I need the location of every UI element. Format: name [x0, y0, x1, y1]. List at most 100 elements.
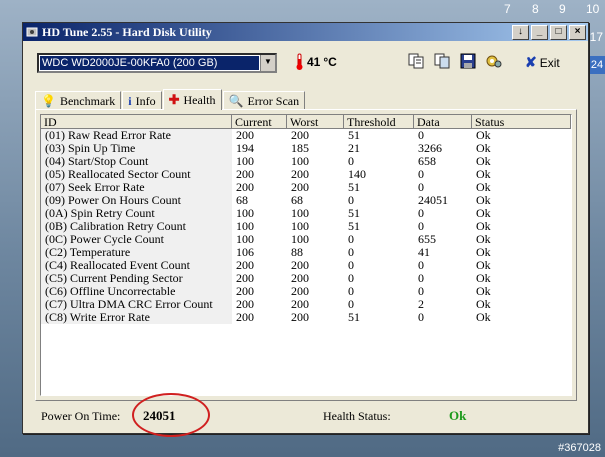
table-row[interactable]: (C7) Ultra DMA CRC Error Count 200 200 0 2 Ok — [41, 298, 571, 311]
column-header-data[interactable]: Data — [414, 115, 472, 129]
red-cross-icon: ✚ — [168, 92, 180, 107]
tab-benchmark[interactable]: 💡 Benchmark — [35, 91, 122, 110]
table-row[interactable]: (C5) Current Pending Sector 200 200 0 0 Ok — [41, 272, 571, 285]
cell-current: 100 — [236, 207, 254, 220]
copy-text-icon[interactable] — [407, 52, 425, 70]
column-header-id[interactable]: ID — [41, 115, 232, 129]
cell-threshold: 0 — [348, 233, 354, 246]
table-row[interactable]: (03) Spin Up Time 194 185 21 3266 Ok — [41, 142, 571, 155]
temperature-unit: °C — [323, 55, 337, 69]
calendar-day: 9 — [559, 2, 566, 16]
cell-status: Ok — [476, 181, 491, 194]
column-header-threshold[interactable]: Threshold — [344, 115, 414, 129]
hard-disk-app-icon — [26, 27, 38, 37]
cell-data: 0 — [418, 220, 424, 233]
close-icon: ✘ — [525, 54, 537, 70]
cell-data: 41 — [418, 246, 430, 259]
cell-status: Ok — [476, 246, 491, 259]
column-header-current[interactable]: Current — [232, 115, 287, 129]
tray-button[interactable]: ↓ — [512, 24, 529, 40]
cell-current: 194 — [236, 142, 254, 155]
exit-button[interactable]: ✘ Exit — [525, 54, 560, 71]
save-icon[interactable] — [459, 52, 477, 70]
cell-worst: 200 — [291, 311, 309, 324]
cell-id: (01) Raw Read Error Rate — [41, 129, 232, 142]
temperature-readout: 41 °C — [295, 53, 337, 71]
drive-select-value: WDC WD2000JE-00KFA0 (200 GB) — [40, 56, 259, 70]
cell-worst: 200 — [291, 285, 309, 298]
cell-threshold: 0 — [348, 285, 354, 298]
cell-current: 200 — [236, 285, 254, 298]
copy-screenshot-icon[interactable] — [433, 52, 451, 70]
chevron-down-icon[interactable]: ▼ — [260, 55, 275, 71]
cell-threshold: 0 — [348, 298, 354, 311]
cell-data: 2 — [418, 298, 424, 311]
cell-data: 0 — [418, 168, 424, 181]
cell-current: 200 — [236, 181, 254, 194]
table-row[interactable]: (07) Seek Error Rate 200 200 51 0 Ok — [41, 181, 571, 194]
cell-threshold: 0 — [348, 155, 354, 168]
cell-id: (C2) Temperature — [41, 246, 232, 259]
smart-table[interactable]: ID Current Worst Threshold Data Status (… — [40, 114, 572, 396]
cell-current: 200 — [236, 129, 254, 142]
tab-health[interactable]: ✚ Health — [162, 89, 222, 110]
cell-status: Ok — [476, 207, 491, 220]
red-circle-annotation — [132, 393, 210, 437]
table-row[interactable]: (C2) Temperature 106 88 0 41 Ok — [41, 246, 571, 259]
drive-select[interactable]: WDC WD2000JE-00KFA0 (200 GB) ▼ — [37, 53, 277, 73]
cell-threshold: 21 — [348, 142, 360, 155]
cell-current: 200 — [236, 259, 254, 272]
table-row[interactable]: (C8) Write Error Rate 200 200 51 0 Ok — [41, 311, 571, 324]
exit-label: Exit — [539, 55, 560, 70]
cell-id: (03) Spin Up Time — [41, 142, 232, 155]
table-row[interactable]: (C4) Reallocated Event Count 200 200 0 0 Ok — [41, 259, 571, 272]
table-row[interactable]: (C6) Offline Uncorrectable 200 200 0 0 Ok — [41, 285, 571, 298]
table-row[interactable]: (0C) Power Cycle Count 100 100 0 655 Ok — [41, 233, 571, 246]
maximize-button[interactable]: □ — [550, 24, 567, 40]
cell-worst: 200 — [291, 272, 309, 285]
cell-worst: 88 — [291, 246, 303, 259]
toolbar: WDC WD2000JE-00KFA0 (200 GB) ▼ 41 °C ✘ E… — [23, 41, 588, 81]
title-bar[interactable]: HD Tune 2.55 - Hard Disk Utility ↓ _ □ × — [23, 23, 588, 41]
cell-status: Ok — [476, 220, 491, 233]
table-row[interactable]: (01) Raw Read Error Rate 200 200 51 0 Ok — [41, 129, 571, 142]
calendar-day: 8 — [532, 2, 539, 16]
magnifier-icon: 🔍 — [228, 93, 244, 108]
table-row[interactable]: (09) Power On Hours Count 68 68 0 24051 Ok — [41, 194, 571, 207]
cell-status: Ok — [476, 168, 491, 181]
cell-threshold: 51 — [348, 311, 360, 324]
health-panel: ID Current Worst Threshold Data Status (… — [35, 109, 577, 401]
cell-id: (05) Reallocated Sector Count — [41, 168, 232, 181]
tab-strip: 💡 Benchmark i Info ✚ Health 🔍 Error Scan — [35, 89, 306, 110]
table-row[interactable]: (04) Start/Stop Count 100 100 0 658 Ok — [41, 155, 571, 168]
table-row[interactable]: (0A) Spin Retry Count 100 100 51 0 Ok — [41, 207, 571, 220]
cell-status: Ok — [476, 272, 491, 285]
cell-worst: 100 — [291, 155, 309, 168]
tab-error-scan[interactable]: 🔍 Error Scan — [222, 91, 306, 110]
calendar-day-highlight: 24 — [589, 56, 605, 74]
tab-info[interactable]: i Info — [122, 91, 162, 110]
cell-current: 68 — [236, 194, 248, 207]
cell-data: 0 — [418, 207, 424, 220]
cell-worst: 200 — [291, 181, 309, 194]
cell-status: Ok — [476, 194, 491, 207]
column-header-status[interactable]: Status — [472, 115, 571, 129]
cell-worst: 100 — [291, 220, 309, 233]
calendar-day: 7 — [504, 2, 511, 16]
cell-threshold: 51 — [348, 181, 360, 194]
options-icon[interactable] — [485, 52, 503, 70]
cell-id: (C4) Reallocated Event Count — [41, 259, 232, 272]
close-button[interactable]: × — [569, 24, 586, 40]
cell-threshold: 0 — [348, 246, 354, 259]
cell-threshold: 140 — [348, 168, 366, 181]
table-row[interactable]: (05) Reallocated Sector Count 200 200 140 0 O… — [41, 168, 571, 181]
health-status-value: Ok — [449, 408, 467, 423]
tab-label: Error Scan — [247, 93, 300, 108]
cell-id: (09) Power On Hours Count — [41, 194, 232, 207]
minimize-button[interactable]: _ — [531, 24, 548, 40]
table-row[interactable]: (0B) Calibration Retry Count 100 100 51 0 Ok — [41, 220, 571, 233]
column-header-worst[interactable]: Worst — [287, 115, 344, 129]
thermometer-icon — [296, 53, 303, 70]
cell-current: 100 — [236, 155, 254, 168]
tab-label: Health — [183, 92, 216, 107]
